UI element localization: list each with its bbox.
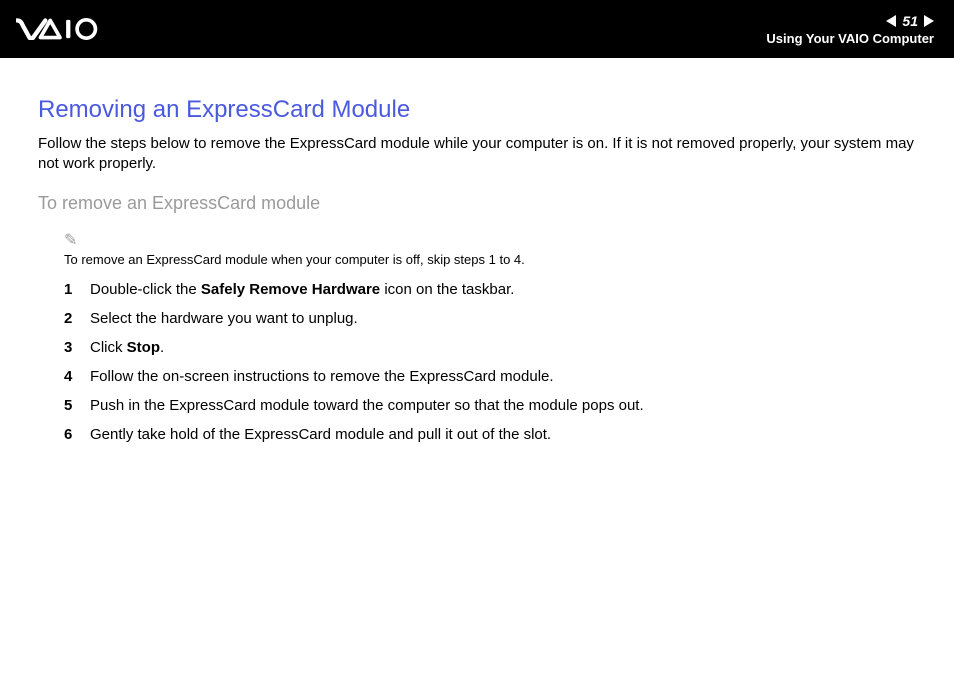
step-text: Push in the ExpressCard module toward th…: [90, 395, 916, 416]
step-item: 2 Select the hardware you want to unplug…: [38, 308, 916, 329]
pencil-note-icon: ✎: [64, 230, 916, 250]
step-item: 5 Push in the ExpressCard module toward …: [38, 395, 916, 416]
step-item: 6 Gently take hold of the ExpressCard mo…: [38, 424, 916, 445]
step-item: 3 Click Stop.: [38, 337, 916, 358]
step-number: 4: [64, 366, 90, 387]
step-item: 4 Follow the on-screen instructions to r…: [38, 366, 916, 387]
page-nav: 51: [886, 13, 934, 29]
step-text: Follow the on-screen instructions to rem…: [90, 366, 916, 387]
step-text: Select the hardware you want to unplug.: [90, 308, 916, 329]
prev-page-icon[interactable]: [886, 15, 896, 27]
step-number: 1: [64, 279, 90, 300]
steps-list: 1 Double-click the Safely Remove Hardwar…: [38, 279, 916, 445]
step-number: 6: [64, 424, 90, 445]
content-area: Removing an ExpressCard Module Follow th…: [0, 58, 954, 473]
page-number: 51: [902, 13, 918, 29]
next-page-icon[interactable]: [924, 15, 934, 27]
step-text: Double-click the Safely Remove Hardware …: [90, 279, 916, 300]
section-name: Using Your VAIO Computer: [766, 31, 934, 46]
step-text: Click Stop.: [90, 337, 916, 358]
step-text: Gently take hold of the ExpressCard modu…: [90, 424, 916, 445]
subtitle: To remove an ExpressCard module: [38, 193, 916, 214]
step-number: 3: [64, 337, 90, 358]
step-number: 2: [64, 308, 90, 329]
step-item: 1 Double-click the Safely Remove Hardwar…: [38, 279, 916, 300]
note-block: ✎ To remove an ExpressCard module when y…: [64, 230, 916, 267]
header-bar: 51 Using Your VAIO Computer: [0, 0, 954, 58]
step-number: 5: [64, 395, 90, 416]
note-text: To remove an ExpressCard module when you…: [64, 252, 916, 267]
page-title: Removing an ExpressCard Module: [38, 96, 916, 124]
intro-text: Follow the steps below to remove the Exp…: [38, 134, 916, 175]
vaio-logo: [16, 18, 126, 40]
header-right: 51 Using Your VAIO Computer: [766, 13, 934, 46]
